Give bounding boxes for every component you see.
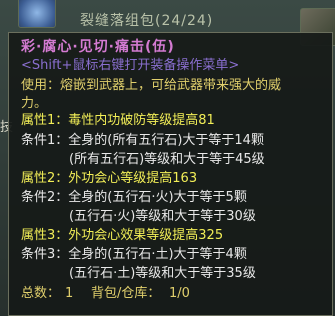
inventory-title: 裂缝落组包(24/24) (80, 13, 214, 29)
condition-1-detail: (所有五行石)等级和大于等于45级 (69, 152, 265, 167)
usage-text-line1: 使用：熔嵌到武器上，可给武器带来强大的威 (21, 78, 282, 93)
condition-3: 条件3：全身的(五行石·土)大于等于4颗 (21, 247, 247, 262)
footer-storage-value: 1/0 (169, 286, 190, 301)
footer-storage-label: 背包/仓库： (91, 286, 161, 301)
footer-total-value: 1 (65, 286, 74, 301)
attribute-3: 属性3：外功会心效果等级提高325 (21, 228, 224, 243)
condition-1: 条件1：全身的(所有五行石)大于等于14颗 (21, 133, 264, 148)
condition-3-detail: (五行石·土)等级和大于等于35级 (69, 266, 256, 281)
usage-text-line2: 力。 (21, 96, 48, 111)
item-name: 彩·腐心·见切·痛击(伍) (21, 39, 175, 55)
item-tooltip: 彩·腐心·见切·痛击(伍) <Shift+鼠标右键打开装备操作菜单> 使用：熔嵌… (8, 32, 333, 316)
item-slot-icon[interactable] (18, 0, 56, 28)
shift-right-click-hint: <Shift+鼠标右键打开装备操作菜单> (21, 58, 240, 73)
attribute-2: 属性2：外功会心等级提高163 (21, 171, 198, 186)
footer-total-label: 总数： (21, 286, 61, 301)
condition-2: 条件2：全身的(五行石·火)大于等于5颗 (21, 190, 247, 205)
attribute-1: 属性1：毒性内功破防等级提高81 (21, 113, 215, 128)
condition-2-detail: (五行石·火)等级和大于等于30级 (69, 209, 256, 224)
